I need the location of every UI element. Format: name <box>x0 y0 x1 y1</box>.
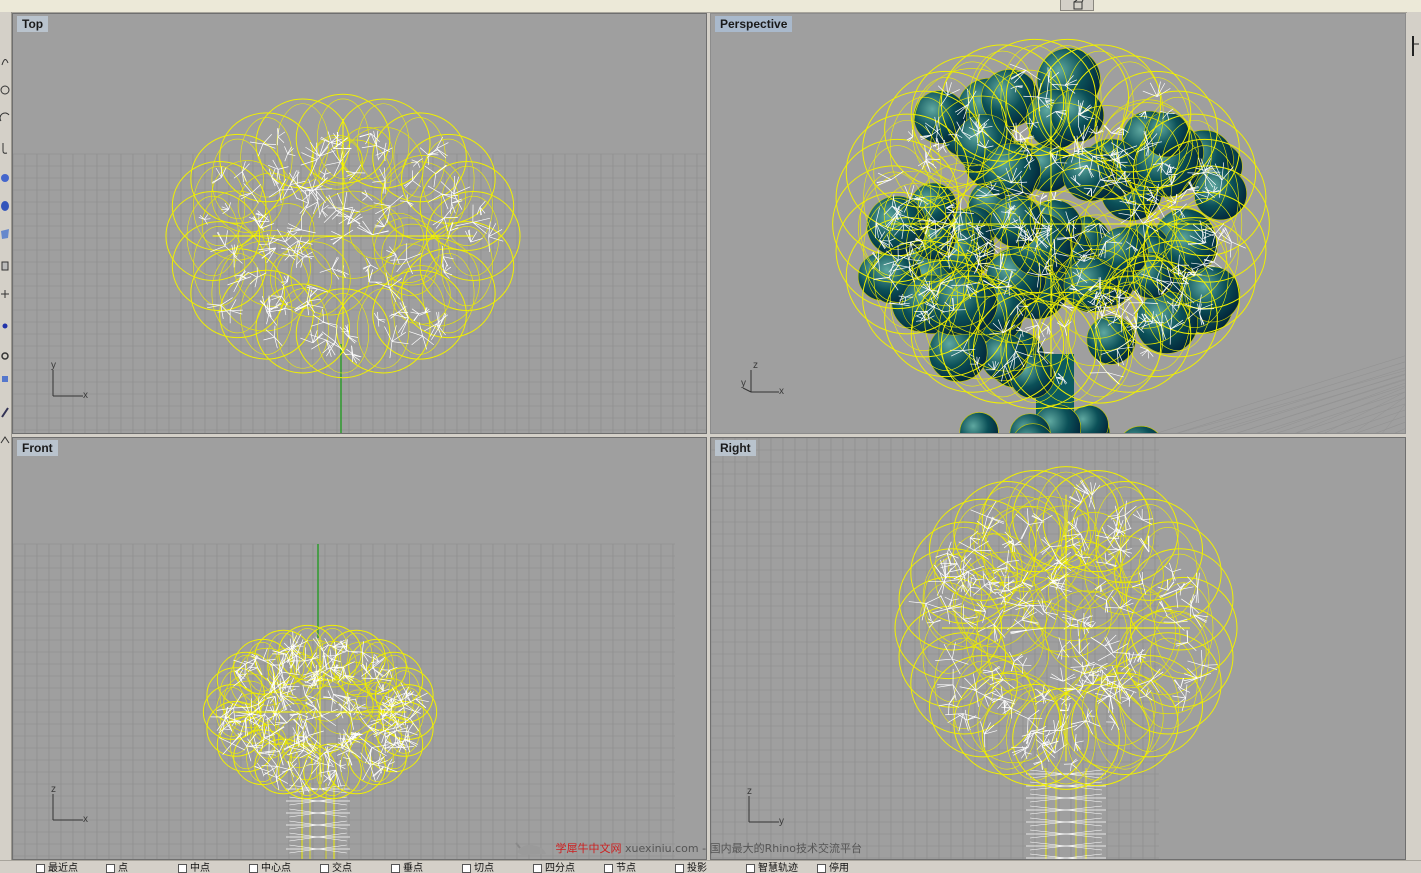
right-scene <box>711 438 1406 860</box>
right-panel-edge <box>1407 12 1421 860</box>
left-toolbar <box>0 12 12 860</box>
curve-tool-icon[interactable] <box>0 52 10 66</box>
viewport-title[interactable]: Right <box>715 440 756 456</box>
ellipsoid-tool-icon[interactable] <box>0 198 10 212</box>
title-strip <box>0 0 1421 13</box>
watermark-slogan: - 国内最大的Rhino技术交流平台 <box>702 842 862 855</box>
axis-z-label: z <box>51 784 56 795</box>
axis-x-label: x <box>83 814 88 825</box>
transform-tool-icon[interactable] <box>0 286 10 300</box>
rhino-logo-icon <box>514 840 548 858</box>
watermark-brand: 学犀牛中文网 <box>556 842 622 855</box>
box-tool-icon[interactable] <box>0 372 10 386</box>
axis-x-label: x <box>779 386 784 397</box>
axis-indicator: y z <box>745 788 795 828</box>
axis-indicator: x z <box>49 786 99 826</box>
viewport-layout-button[interactable] <box>1060 0 1094 11</box>
axis-x-label: x <box>83 390 88 401</box>
top-scene <box>13 14 707 434</box>
viewport-top[interactable]: Top x y <box>12 13 707 434</box>
viewport-front[interactable]: Front x z <box>12 437 707 860</box>
axis-z-label: z <box>747 786 752 797</box>
surface-tool-icon[interactable] <box>0 226 10 240</box>
watermark-url: xuexiniu.com <box>625 842 699 855</box>
cube-icon <box>1072 0 1084 11</box>
viewport-title[interactable]: Perspective <box>715 16 792 32</box>
gear-icon[interactable] <box>0 348 10 362</box>
arc-tool-icon[interactable] <box>0 110 10 124</box>
axis-y-label: y <box>779 816 784 827</box>
sphere-tool-icon[interactable] <box>0 170 10 184</box>
point-tool-icon[interactable] <box>0 318 10 332</box>
pencil-icon[interactable] <box>0 404 10 418</box>
perspective-scene <box>711 14 1406 434</box>
hook-tool-icon[interactable] <box>0 140 10 154</box>
circle-tool-icon[interactable] <box>0 82 10 96</box>
axis-y-label: y <box>51 360 56 371</box>
viewport-title[interactable]: Front <box>17 440 58 456</box>
osnap-bar: 最近点 点 中点 中心点 交点 垂点 切点 四分点 节点 投影 智慧轨迹 停用 <box>0 860 1421 873</box>
extrude-tool-icon[interactable] <box>0 258 10 272</box>
axis-y-label: y <box>741 378 746 389</box>
axis-indicator: x y <box>49 362 99 402</box>
watermark: 学犀牛中文网 xuexiniu.com - 国内最大的Rhino技术交流平台 <box>514 840 862 860</box>
viewport-right[interactable]: Right y z <box>710 437 1406 860</box>
axis-z-label: z <box>753 360 758 371</box>
viewport-title[interactable]: Top <box>17 16 48 32</box>
viewport-perspective[interactable]: Perspective x z y <box>710 13 1406 434</box>
analyze-tool-icon[interactable] <box>0 432 10 446</box>
axis-indicator: x z y <box>737 362 797 402</box>
front-scene <box>13 438 707 860</box>
